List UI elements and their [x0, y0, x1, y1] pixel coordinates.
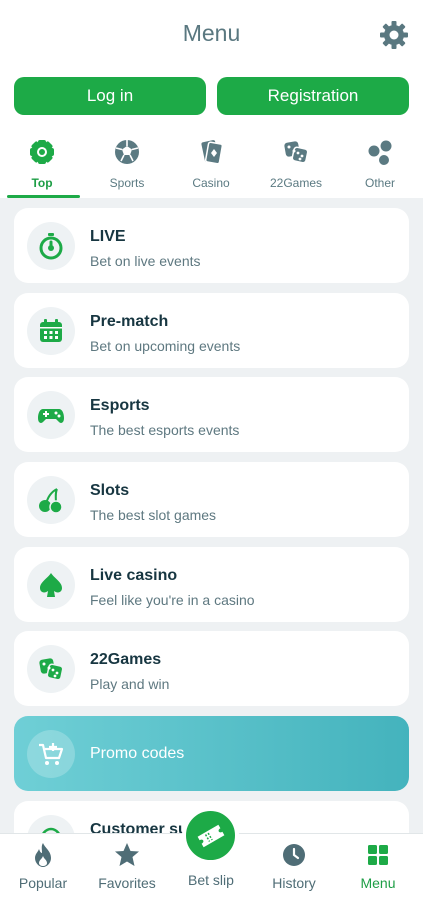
- tab-top[interactable]: Top: [5, 138, 79, 198]
- menu-item-icon-bg: [27, 391, 75, 439]
- grid-icon: [368, 845, 388, 865]
- soccer-ball-icon: [115, 140, 139, 164]
- badge-icon: [30, 140, 54, 164]
- bubbles-icon: [368, 140, 392, 165]
- menu-item-esports[interactable]: Esports The best esports events: [14, 377, 409, 452]
- menu-item-live[interactable]: LIVE Bet on live events: [14, 208, 409, 283]
- menu-item-icon-bg: [27, 476, 75, 524]
- menu-item-prematch[interactable]: Pre-match Bet on upcoming events: [14, 293, 409, 368]
- tab-label: Top: [31, 176, 53, 190]
- login-button[interactable]: Log in: [14, 77, 206, 115]
- menu-item-icon-bg: [27, 561, 75, 609]
- registration-button[interactable]: Registration: [217, 77, 409, 115]
- tab-sports[interactable]: Sports: [90, 138, 164, 198]
- tab-label: 22Games: [269, 176, 323, 190]
- spade-icon: [40, 573, 62, 597]
- dice-icon: [284, 141, 309, 164]
- flame-icon: [35, 843, 51, 867]
- nav-popular[interactable]: Popular: [1, 842, 85, 891]
- tab-label: Sports: [109, 176, 145, 190]
- tab-label: Other: [364, 176, 395, 190]
- nav-menu[interactable]: Menu: [336, 842, 420, 891]
- menu-item-icon-bg: [27, 645, 75, 693]
- bet-slip-button[interactable]: [182, 807, 239, 864]
- menu-item-icon-bg: [27, 307, 75, 355]
- menu-item-subtitle: Play and win: [90, 676, 170, 692]
- gear-icon[interactable]: [379, 20, 409, 50]
- cart-icon: [39, 743, 64, 765]
- tab-22games[interactable]: 22Games: [259, 138, 333, 198]
- dice-icon: [39, 658, 64, 681]
- nav-label: History: [272, 875, 316, 891]
- cherries-icon: [39, 488, 63, 514]
- menu-item-title: Promo codes: [90, 745, 185, 762]
- menu-item-subtitle: The best esports events: [90, 422, 240, 438]
- menu-item-slots[interactable]: Slots The best slot games: [14, 462, 409, 537]
- stopwatch-icon: [39, 233, 63, 260]
- gamepad-icon: [38, 409, 64, 423]
- nav-label: Menu: [360, 875, 396, 891]
- cards-icon: [201, 140, 224, 165]
- calendar-icon: [40, 319, 62, 342]
- menu-item-22games[interactable]: 22Games Play and win: [14, 631, 409, 706]
- tab-other[interactable]: Other: [343, 138, 417, 198]
- menu-item-title: Live casino: [90, 567, 178, 584]
- active-tab-indicator: [7, 195, 80, 198]
- menu-item-subtitle: Feel like you're in a casino: [90, 592, 255, 608]
- nav-favorites[interactable]: Favorites: [85, 842, 169, 891]
- nav-label: Favorites: [98, 875, 156, 891]
- menu-item-title: Pre-match: [90, 313, 169, 330]
- star-icon: [115, 843, 139, 866]
- ticket-icon: [197, 824, 224, 847]
- menu-item-icon-bg: [27, 730, 75, 778]
- menu-item-title: Slots: [90, 482, 130, 499]
- menu-item-subtitle: The best slot games: [90, 507, 217, 523]
- menu-header-area: Menu Log in Registration Top Sports Casi…: [0, 0, 423, 198]
- menu-item-icon-bg: [27, 222, 75, 270]
- menu-item-live-casino[interactable]: Live casino Feel like you're in a casino: [14, 547, 409, 622]
- menu-item-title: 22Games: [90, 651, 162, 668]
- clock-icon: [283, 844, 305, 866]
- menu-item-title: Esports: [90, 397, 150, 414]
- bet-slip-label: Bet slip: [188, 872, 234, 888]
- page-title: Menu: [182, 20, 241, 46]
- menu-item-promo-codes[interactable]: Promo codes: [14, 716, 409, 791]
- tab-casino[interactable]: Casino: [174, 138, 248, 198]
- menu-item-subtitle: Bet on live events: [90, 253, 201, 269]
- tab-label: Casino: [192, 176, 230, 190]
- nav-history[interactable]: History: [252, 842, 336, 891]
- nav-label: Popular: [18, 875, 68, 891]
- menu-item-subtitle: Bet on upcoming events: [90, 338, 241, 354]
- menu-item-title: LIVE: [90, 228, 126, 245]
